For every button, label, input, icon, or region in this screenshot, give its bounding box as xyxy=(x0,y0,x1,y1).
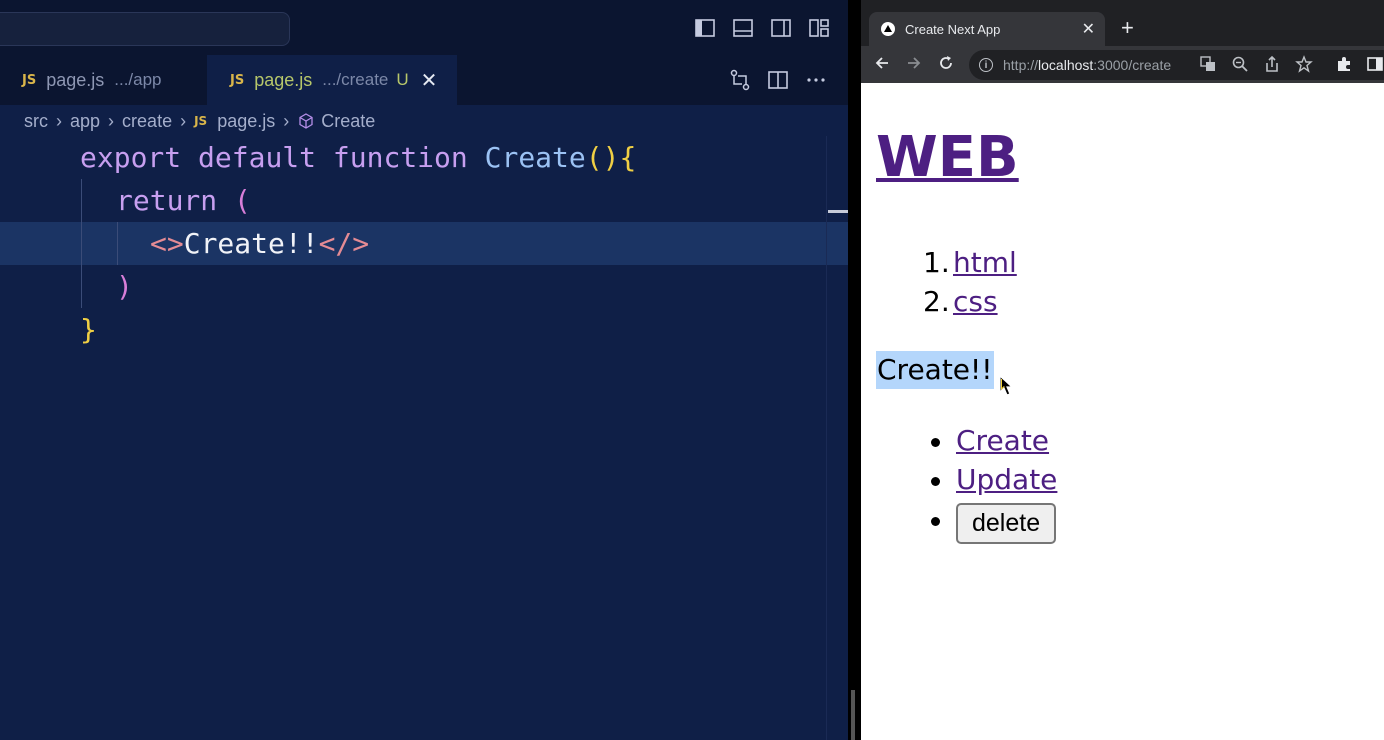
title-bar xyxy=(0,0,848,55)
zoom-icon[interactable] xyxy=(1231,55,1249,73)
list-item: delete xyxy=(931,499,1057,544)
forward-arrow-icon[interactable] xyxy=(905,54,923,76)
browser-tab-strip: Create Next App ✕ + xyxy=(861,0,1384,46)
delete-button[interactable]: delete xyxy=(956,503,1057,544)
breadcrumb-file[interactable]: page.js xyxy=(217,111,275,132)
list-item: 2. css xyxy=(923,282,1017,321)
code-token: Create xyxy=(484,141,586,174)
untracked-badge: U xyxy=(396,70,409,89)
toggle-secondary-sidebar-icon[interactable] xyxy=(770,17,792,39)
home-link[interactable]: WEB xyxy=(876,125,1019,190)
code-token: export xyxy=(80,141,182,174)
javascript-file-icon: JS xyxy=(22,72,37,88)
code-line-2: return ( xyxy=(0,179,848,222)
topic-link-html[interactable]: html xyxy=(953,246,1017,279)
close-tab-icon[interactable]: ✕ xyxy=(1082,19,1095,39)
toggle-panel-icon[interactable] xyxy=(732,17,754,39)
url-host: localhost xyxy=(1038,57,1094,73)
chevron-right-icon: › xyxy=(56,110,62,131)
scrollbar-thumb[interactable] xyxy=(851,690,855,740)
extensions-puzzle-icon[interactable] xyxy=(1335,55,1353,73)
topic-link-css[interactable]: css xyxy=(953,285,998,318)
create-link[interactable]: Create xyxy=(956,424,1049,457)
back-arrow-icon[interactable] xyxy=(873,54,891,76)
bookmark-star-icon[interactable] xyxy=(1295,55,1313,73)
code-token: () xyxy=(585,141,620,174)
browser-toolbar: i http://localhost:3000/create xyxy=(861,46,1384,83)
browser-window: Create Next App ✕ + i http://localhost:3… xyxy=(861,0,1384,740)
new-tab-icon[interactable]: + xyxy=(1121,16,1134,40)
chevron-right-icon: › xyxy=(283,110,290,131)
breadcrumb-app[interactable]: app xyxy=(70,111,100,132)
breadcrumb-symbol[interactable]: Create xyxy=(321,111,375,132)
mouse-cursor-icon xyxy=(999,375,1014,396)
url-path: :3000/create xyxy=(1093,57,1172,73)
web-page-content: WEB 1. html 2. css Create!! Create Update … xyxy=(861,83,1384,740)
code-token: default xyxy=(198,141,317,174)
minimap-marker xyxy=(828,210,848,213)
browser-tab[interactable]: Create Next App ✕ xyxy=(869,12,1105,46)
site-info-icon[interactable]: i xyxy=(979,58,993,72)
code-editor-window: JS page.js .../app JS page.js .../create… xyxy=(0,0,848,740)
tab-path: .../create xyxy=(322,70,389,89)
update-link[interactable]: Update xyxy=(956,463,1057,496)
url-scheme: http:// xyxy=(1003,57,1039,73)
more-actions-icon[interactable] xyxy=(804,68,828,92)
customize-layout-icon[interactable] xyxy=(808,17,830,39)
javascript-file-icon: JS xyxy=(194,114,208,128)
page-title: WEB xyxy=(876,123,1019,193)
indent-guide xyxy=(81,179,82,308)
split-editor-icon[interactable] xyxy=(766,68,790,92)
minimap-border xyxy=(826,136,827,740)
address-bar[interactable]: i http://localhost:3000/create xyxy=(969,50,1384,80)
list-number: 1. xyxy=(923,246,950,279)
code-line-4: ) xyxy=(0,265,848,308)
tab-page-js-app[interactable]: JS page.js .../app xyxy=(0,55,206,105)
code-token: ) xyxy=(116,270,133,303)
actions-list: Create Update delete xyxy=(931,421,1057,544)
code-token: <> xyxy=(150,227,184,260)
code-line-3: <>Create!!</> xyxy=(0,222,848,265)
nextjs-favicon-icon xyxy=(881,22,895,36)
toggle-primary-sidebar-icon[interactable] xyxy=(694,17,716,39)
code-token: function xyxy=(332,141,468,174)
breadcrumb-create[interactable]: create xyxy=(122,111,172,132)
code-token: } xyxy=(80,313,97,346)
symbol-method-icon xyxy=(297,112,315,130)
list-number: 2. xyxy=(923,285,950,318)
close-tab-icon[interactable]: ✕ xyxy=(421,68,438,93)
chevron-right-icon: › xyxy=(108,110,115,131)
code-token: </> xyxy=(318,227,370,260)
open-changes-icon[interactable] xyxy=(728,68,752,92)
translate-icon[interactable] xyxy=(1199,55,1217,73)
breadcrumb: src › app › create › JS page.js › Create xyxy=(24,108,375,134)
breadcrumb-src[interactable]: src xyxy=(24,111,48,132)
share-icon[interactable] xyxy=(1263,55,1281,73)
code-token: Create!! xyxy=(183,227,319,260)
tab-filename: page.js xyxy=(46,69,105,90)
code-line-5: } xyxy=(0,308,848,351)
list-item: Create xyxy=(931,421,1057,460)
tab-filename: page.js xyxy=(254,69,313,90)
tab-page-js-create[interactable]: JS page.js .../create U ✕ xyxy=(207,55,457,105)
code-token: ( xyxy=(234,184,251,217)
code-area[interactable]: export default function Create(){ return… xyxy=(0,136,848,740)
list-item: 1. html xyxy=(923,243,1017,282)
code-token: return xyxy=(116,184,218,217)
browser-tab-title: Create Next App xyxy=(905,21,1001,37)
code-token: { xyxy=(619,141,637,174)
tab-path: .../app xyxy=(114,70,162,89)
code-line-1: export default function Create(){ xyxy=(0,136,848,179)
editor-tab-bar: JS page.js .../app JS page.js .../create… xyxy=(0,55,848,105)
indent-guide xyxy=(117,222,118,265)
topics-list: 1. html 2. css xyxy=(923,243,1017,321)
chevron-right-icon: › xyxy=(180,110,187,131)
command-center-search[interactable] xyxy=(0,12,290,46)
selected-content-text: Create!! xyxy=(876,351,994,389)
list-item: Update xyxy=(931,460,1057,499)
javascript-file-icon: JS xyxy=(230,72,245,88)
reload-icon[interactable] xyxy=(937,54,955,76)
side-panel-icon[interactable] xyxy=(1366,55,1384,73)
